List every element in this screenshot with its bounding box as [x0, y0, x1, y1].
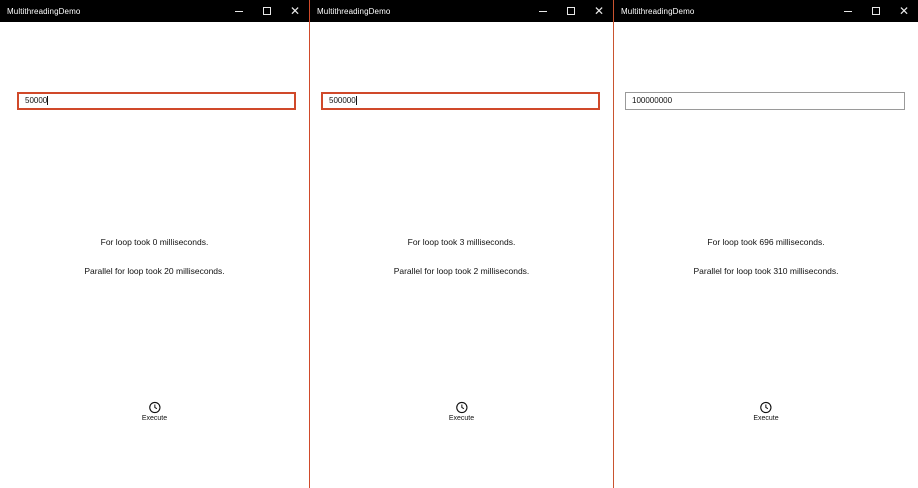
input-value: 100000000	[632, 96, 673, 105]
maximize-icon	[567, 7, 575, 15]
minimize-icon	[844, 10, 852, 12]
maximize-icon	[263, 7, 271, 15]
clock-icon	[760, 401, 772, 414]
minimize-button[interactable]	[834, 0, 862, 22]
execute-label: Execute	[448, 415, 475, 422]
parallel-loop-result: Parallel for loop took 20 milliseconds.	[84, 266, 225, 276]
execute-label: Execute	[141, 415, 168, 422]
text-caret	[47, 96, 49, 106]
iterations-input[interactable]: 100000000	[625, 92, 905, 110]
close-button[interactable]: ✕	[585, 0, 613, 22]
close-icon: ✕	[593, 4, 605, 18]
title-bar[interactable]: MultithreadingDemo ✕	[614, 0, 918, 22]
maximize-button[interactable]	[253, 0, 281, 22]
clock-icon	[455, 401, 468, 414]
app-window-2: MultithreadingDemo ✕ 500000 For loop too…	[309, 0, 613, 488]
close-icon: ✕	[898, 4, 910, 18]
execute-button[interactable]: Execute	[142, 401, 167, 422]
app-window-3: MultithreadingDemo ✕ 100000000 For loop …	[613, 0, 918, 488]
input-value: 50000	[25, 96, 48, 105]
text-caret	[355, 96, 357, 106]
for-loop-result: For loop took 3 milliseconds.	[407, 237, 516, 247]
parallel-loop-result: Parallel for loop took 310 milliseconds.	[693, 266, 839, 276]
close-button[interactable]: ✕	[281, 0, 309, 22]
close-button[interactable]: ✕	[890, 0, 918, 22]
maximize-button[interactable]	[557, 0, 585, 22]
execute-label: Execute	[753, 415, 779, 422]
title-bar[interactable]: MultithreadingDemo ✕	[0, 0, 309, 22]
input-value: 500000	[329, 96, 356, 105]
window-title: MultithreadingDemo	[621, 6, 695, 16]
iterations-input[interactable]: 500000	[321, 92, 600, 110]
window-title: MultithreadingDemo	[317, 6, 391, 16]
app-window-1: MultithreadingDemo ✕ 50000 For loop took…	[0, 0, 309, 488]
maximize-icon	[872, 7, 880, 15]
for-loop-result: For loop took 0 milliseconds.	[100, 237, 209, 247]
minimize-icon	[539, 10, 547, 12]
maximize-button[interactable]	[862, 0, 890, 22]
iterations-input[interactable]: 50000	[17, 92, 296, 110]
execute-button[interactable]: Execute	[753, 401, 779, 422]
minimize-button[interactable]	[225, 0, 253, 22]
close-icon: ✕	[289, 4, 301, 18]
title-bar[interactable]: MultithreadingDemo ✕	[310, 0, 613, 22]
minimize-button[interactable]	[529, 0, 557, 22]
clock-icon	[148, 401, 161, 414]
minimize-icon	[235, 10, 243, 12]
for-loop-result: For loop took 696 milliseconds.	[707, 237, 825, 247]
parallel-loop-result: Parallel for loop took 2 milliseconds.	[393, 266, 530, 276]
execute-button[interactable]: Execute	[449, 401, 474, 422]
window-title: MultithreadingDemo	[7, 6, 81, 16]
